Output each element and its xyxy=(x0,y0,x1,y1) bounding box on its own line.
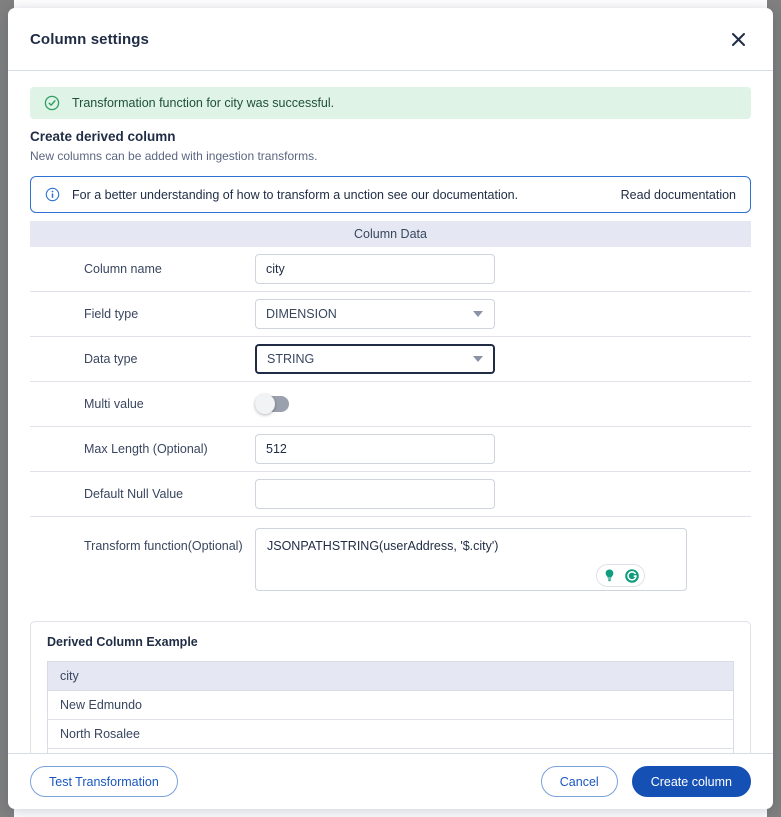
create-column-button[interactable]: Create column xyxy=(631,766,751,797)
column-data-form: Column name Field type DIMENSION Data ty… xyxy=(30,247,751,607)
documentation-info-message: For a better understanding of how to tra… xyxy=(72,187,519,202)
data-type-select[interactable]: STRING xyxy=(255,344,495,374)
data-type-label: Data type xyxy=(84,352,138,366)
read-documentation-link[interactable]: Read documentation xyxy=(621,188,736,202)
multi-value-label: Multi value xyxy=(84,397,144,411)
form-row-field-type: Field type DIMENSION xyxy=(30,292,751,337)
section-heading: Create derived column New columns can be… xyxy=(22,129,759,163)
section-subtitle: New columns can be added with ingestion … xyxy=(30,149,318,163)
section-title: Create derived column xyxy=(30,129,176,144)
max-length-label: Max Length (Optional) xyxy=(84,442,208,456)
derived-column-example-card: Derived Column Example city New Edmundo … xyxy=(30,621,751,753)
table-header-row: city xyxy=(47,661,734,691)
success-alert: Transformation function for city was suc… xyxy=(30,87,751,119)
transform-function-actions xyxy=(596,564,645,587)
table-column-header: city xyxy=(47,661,734,691)
table-cell: North Rosalee xyxy=(47,719,734,749)
form-row-default-null-value: Default Null Value xyxy=(30,472,751,517)
max-length-input[interactable] xyxy=(255,434,495,464)
check-circle-icon xyxy=(44,95,60,111)
form-row-data-type: Data type STRING xyxy=(30,337,751,382)
derived-column-example-title: Derived Column Example xyxy=(47,635,198,649)
transform-function-label: Transform function(Optional) xyxy=(84,539,243,553)
form-row-multi-value: Multi value xyxy=(30,382,751,427)
table-cell: New Edmundo xyxy=(47,690,734,720)
documentation-info-banner: For a better understanding of how to tra… xyxy=(30,176,751,213)
field-type-label: Field type xyxy=(84,307,139,321)
form-row-max-length: Max Length (Optional) xyxy=(30,427,751,472)
column-name-label: Column name xyxy=(84,262,162,276)
refresh-circle-icon[interactable] xyxy=(622,566,641,585)
default-null-value-label: Default Null Value xyxy=(84,487,184,501)
dialog-body: Transformation function for city was suc… xyxy=(8,71,773,753)
table-row: North Rosalee xyxy=(47,719,734,749)
test-transformation-button[interactable]: Test Transformation xyxy=(30,766,178,797)
derived-column-example-table: city New Edmundo North Rosalee San Jose xyxy=(47,661,734,753)
default-null-value-input[interactable] xyxy=(255,479,495,509)
form-row-transform-function: Transform function(Optional) xyxy=(30,517,751,607)
table-row: New Edmundo xyxy=(47,690,734,720)
dialog-footer: Test Transformation Cancel Create column xyxy=(8,753,773,809)
page-title: Column settings xyxy=(30,30,150,48)
close-icon[interactable] xyxy=(725,26,751,52)
toggle-knob xyxy=(255,394,275,414)
multi-value-toggle[interactable] xyxy=(255,394,289,414)
form-row-column-name: Column name xyxy=(30,247,751,292)
column-name-input[interactable] xyxy=(255,254,495,284)
cancel-button[interactable]: Cancel xyxy=(540,766,618,797)
info-circle-icon xyxy=(45,187,60,202)
column-data-section-header: Column Data xyxy=(30,221,751,247)
column-settings-dialog: Column settings Transformation function … xyxy=(8,8,773,809)
success-alert-message: Transformation function for city was suc… xyxy=(72,96,335,110)
dialog-header: Column settings xyxy=(8,8,773,71)
field-type-select[interactable]: DIMENSION xyxy=(255,299,495,329)
lightbulb-icon[interactable] xyxy=(600,566,619,585)
